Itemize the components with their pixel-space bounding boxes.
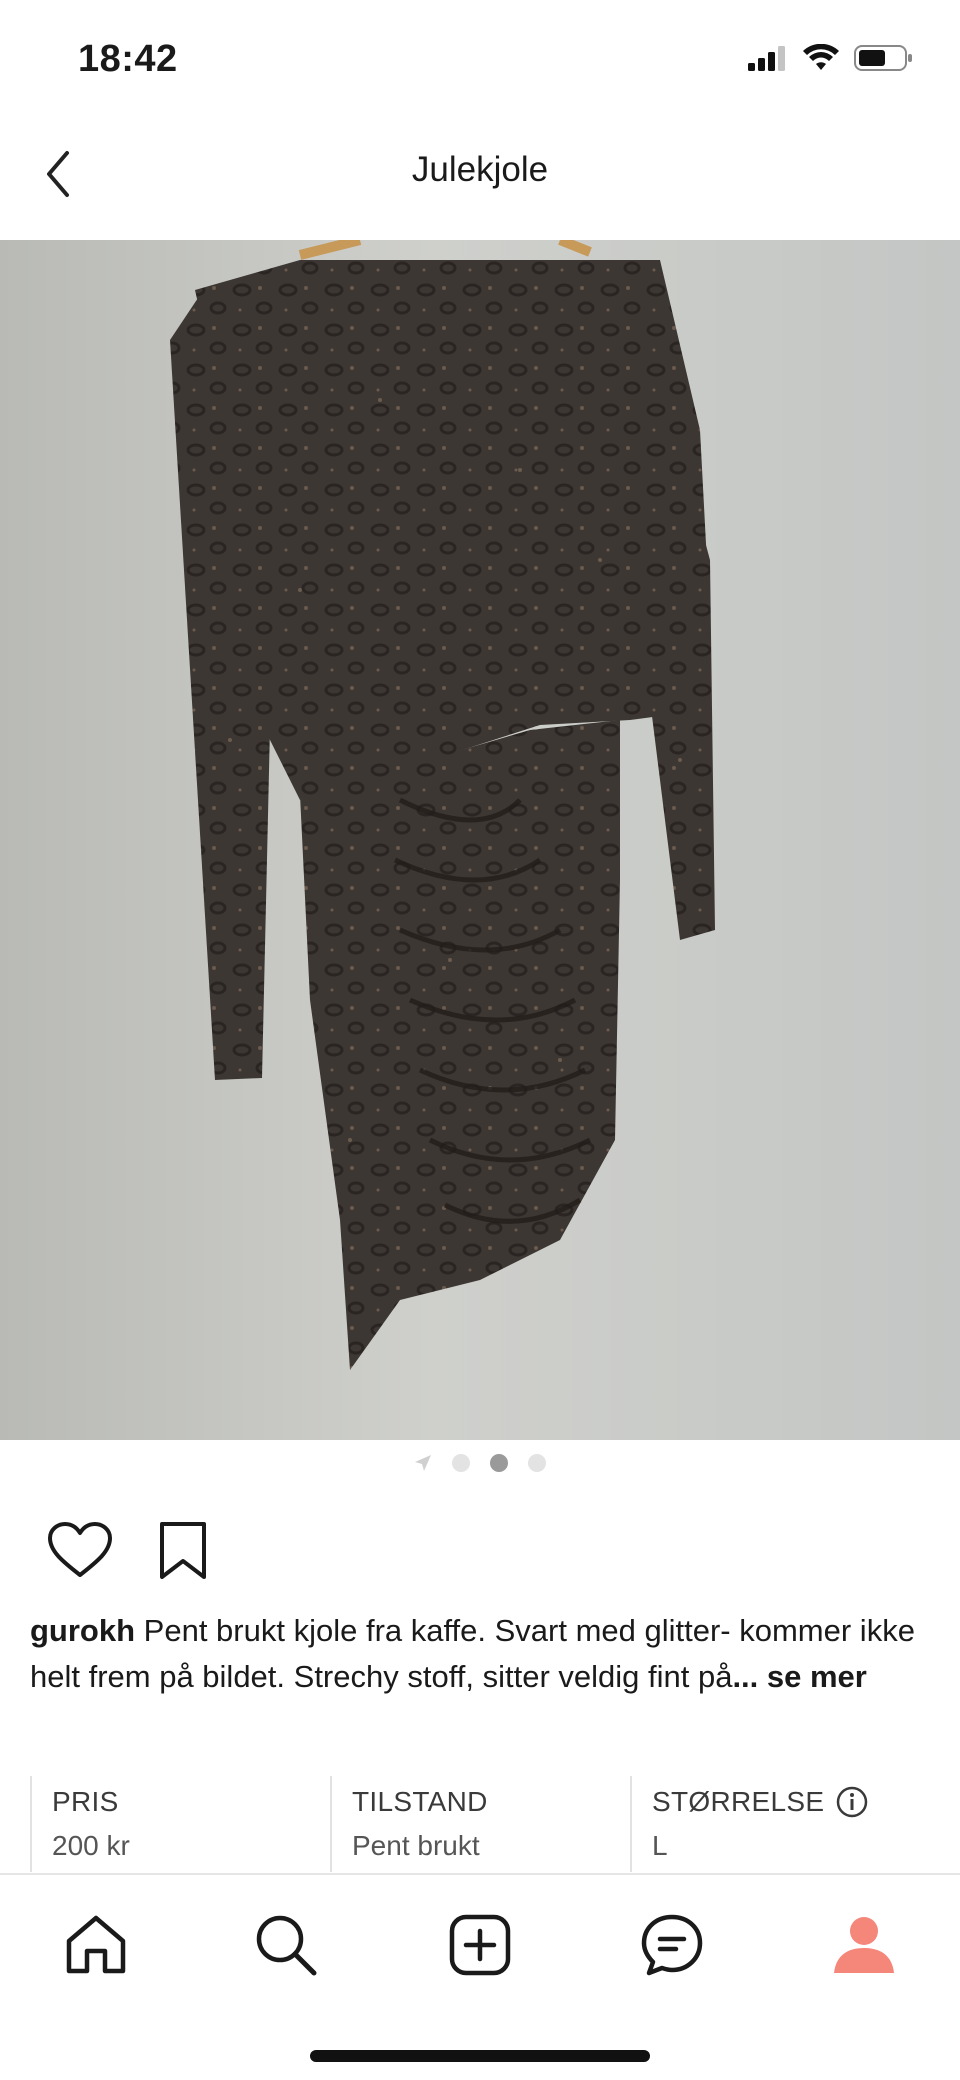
bookmark-icon [160, 1522, 206, 1579]
home-icon [66, 1915, 126, 1974]
condition-value: Pent brukt [352, 1830, 480, 1861]
pagination-dot[interactable] [528, 1454, 546, 1472]
price-attribute: PRIS 200 kr [30, 1776, 330, 1872]
home-indicator [310, 2050, 650, 2062]
condition-attribute: TILSTAND Pent brukt [330, 1776, 630, 1872]
status-icons [748, 44, 914, 72]
seller-username[interactable]: gurokh [30, 1613, 135, 1648]
tab-home[interactable] [56, 1905, 136, 1985]
header: Julekjole [0, 120, 960, 240]
condition-label: TILSTAND [352, 1786, 488, 1817]
tab-messages[interactable] [632, 1905, 712, 1985]
profile-icon [834, 1917, 894, 1973]
tab-bar [0, 1873, 960, 2080]
price-label: PRIS [52, 1786, 119, 1817]
tab-add-listing[interactable] [440, 1905, 520, 1985]
price-value: 200 kr [52, 1830, 130, 1861]
save-button[interactable] [148, 1515, 218, 1585]
cellular-signal-icon [748, 46, 785, 71]
listing-description: gurokh Pent brukt kjole fra kaffe. Svart… [30, 1608, 935, 1700]
page-title: Julekjole [411, 150, 549, 189]
pagination-dot[interactable] [452, 1454, 470, 1472]
info-icon[interactable] [836, 1786, 868, 1818]
messages-icon [641, 1914, 703, 1976]
status-bar: 18:42 [0, 0, 960, 120]
add-icon [449, 1914, 511, 1976]
search-icon [256, 1915, 317, 1976]
tab-search[interactable] [246, 1905, 326, 1985]
status-time: 18:42 [78, 38, 178, 80]
location-arrow-icon [415, 1455, 431, 1471]
like-button[interactable] [40, 1515, 120, 1585]
size-label: STØRRELSE [652, 1786, 825, 1817]
listing-photo[interactable] [0, 240, 960, 1440]
heart-icon [48, 1522, 112, 1577]
pagination-dot-active[interactable] [490, 1454, 508, 1472]
battery-icon [854, 45, 912, 71]
gallery-pagination [0, 1450, 960, 1476]
tab-profile[interactable] [824, 1905, 904, 1985]
size-attribute: STØRRELSE L [630, 1776, 930, 1872]
wifi-icon [803, 44, 839, 70]
size-label-row: STØRRELSE [652, 1786, 930, 1818]
listing-attributes: PRIS 200 kr TILSTAND Pent brukt STØRRELS… [30, 1776, 930, 1872]
see-more-link[interactable]: ... se mer [732, 1659, 866, 1694]
size-value: L [652, 1830, 668, 1861]
dress-photo [0, 240, 960, 1440]
